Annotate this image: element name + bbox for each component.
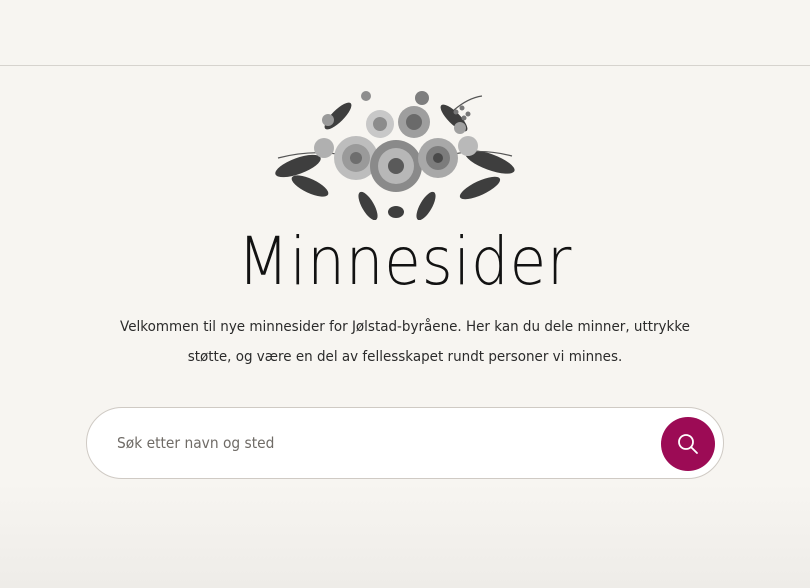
search-input[interactable] (117, 428, 596, 458)
intro-line-2: støtte, og være en del av fellesskapet r… (187, 349, 623, 365)
intro-text: Velkommen til nye minnesider for Jølstad… (93, 312, 716, 372)
search-bar (86, 407, 724, 479)
flower-bouquet-illustration (275, 91, 515, 220)
search-button[interactable] (661, 417, 715, 471)
top-header-bar (0, 0, 810, 66)
search-icon (678, 434, 698, 454)
intro-line-1: Velkommen til nye minnesider for Jølstad… (120, 319, 690, 335)
page-title: Minnesider (237, 223, 573, 300)
